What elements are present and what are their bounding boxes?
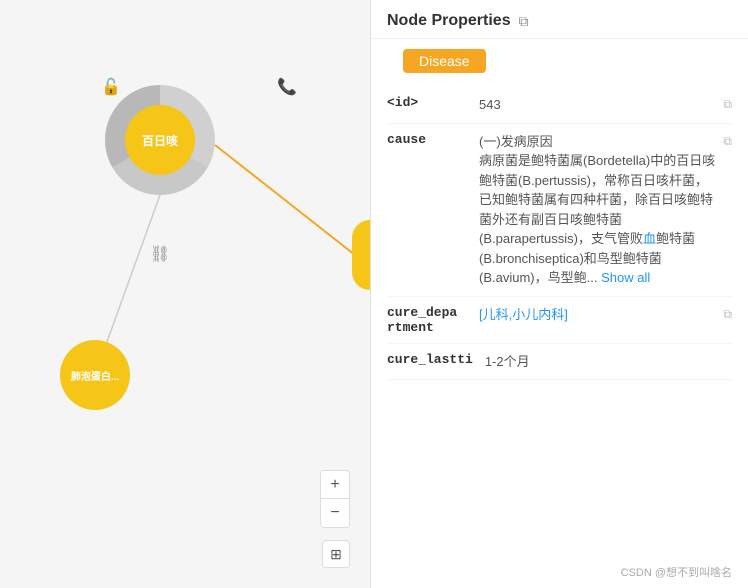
properties-panel: Node Properties ⧉ Disease <id> 543 ⧉ cau…	[370, 0, 748, 588]
prop-row-cure-lastti: cure_lastti 1-2个月	[387, 344, 732, 381]
prop-value-cure-department: [儿科,小儿内科]	[479, 305, 717, 325]
map-icon: ⊞	[330, 546, 342, 563]
prop-value-id: 543	[479, 95, 717, 115]
secondary-node[interactable]: 肺泡蛋白...	[60, 340, 130, 410]
central-node[interactable]: 🔓 📞 ⛓ 百日咳	[105, 85, 215, 195]
prop-value-wrapper-id: 543 ⧉	[479, 95, 732, 115]
watermark: CSDN @想不到叫啥名	[371, 560, 748, 588]
prop-key-id: <id>	[387, 95, 467, 110]
copy-icon-id[interactable]: ⧉	[723, 97, 732, 112]
prop-value-wrapper-cure-lastti: 1-2个月	[485, 352, 732, 372]
prop-key-cure-lastti: cure_lastti	[387, 352, 473, 367]
central-node-label: 百日咳	[142, 132, 178, 149]
secondary-node-circle: 肺泡蛋白...	[60, 340, 130, 410]
prop-value-cure-lastti: 1-2个月	[485, 352, 732, 372]
prop-row-cause: cause (一)发病原因 病原菌是鲍特菌属(Bordetella)中的百日咳鲍…	[387, 124, 732, 297]
right-edge-indicator	[352, 220, 370, 290]
lock-icon: 🔓	[97, 73, 125, 101]
map-icon-button[interactable]: ⊞	[322, 540, 350, 568]
prop-row-cure-department: cure_department [儿科,小儿内科] ⧉	[387, 297, 732, 344]
copy-icon-cause[interactable]: ⧉	[723, 134, 732, 149]
prop-row-id: <id> 543 ⧉	[387, 87, 732, 124]
copy-icon-cure-department[interactable]: ⧉	[723, 307, 732, 322]
panel-header: Node Properties ⧉	[371, 0, 748, 39]
zoom-controls: + −	[320, 470, 350, 528]
secondary-node-label: 肺泡蛋白...	[67, 364, 123, 387]
prop-key-cure-department: cure_department	[387, 305, 467, 335]
prop-value-cause: (一)发病原因 病原菌是鲍特菌属(Bordetella)中的百日咳鲍特菌(B.p…	[479, 132, 717, 288]
node-outer-ring: 🔓 📞 ⛓ 百日咳	[105, 85, 215, 195]
graph-panel: 🔓 📞 ⛓ 百日咳 肺泡蛋白... + − ⊞	[0, 0, 370, 588]
panel-title: Node Properties	[387, 12, 511, 30]
zoom-out-button[interactable]: −	[321, 499, 349, 527]
properties-table: <id> 543 ⧉ cause (一)发病原因 病原菌是鲍特菌属(Bordet…	[371, 87, 748, 560]
prop-key-cause: cause	[387, 132, 467, 147]
prop-value-wrapper-cause: (一)发病原因 病原菌是鲍特菌属(Bordetella)中的百日咳鲍特菌(B.p…	[479, 132, 732, 288]
phone-icon: 📞	[273, 73, 301, 101]
prop-value-wrapper-cure-department: [儿科,小儿内科] ⧉	[479, 305, 732, 325]
show-all-button[interactable]: Show all	[601, 270, 650, 285]
network-icon: ⛓	[146, 240, 174, 268]
disease-badge[interactable]: Disease	[403, 49, 486, 73]
zoom-in-button[interactable]: +	[321, 471, 349, 499]
node-inner-circle[interactable]: 百日咳	[125, 105, 195, 175]
panel-copy-icon[interactable]: ⧉	[519, 13, 529, 30]
